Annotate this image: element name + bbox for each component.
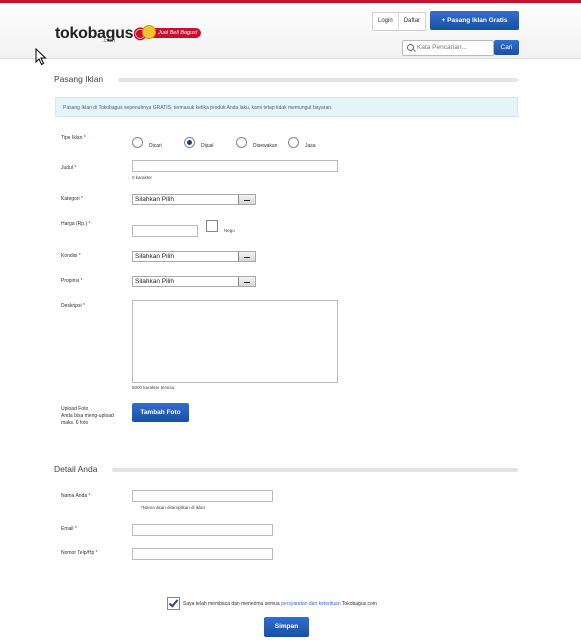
- province-label: Propinsi *: [61, 278, 83, 284]
- province-select[interactable]: Silahkan Pilih: [132, 276, 256, 287]
- terms-text: Saya telah membaca dan menerima semua pe…: [183, 601, 377, 607]
- radio-label-jasa: Jasa: [305, 143, 316, 149]
- section-title-post-ad: Pasang Iklan: [54, 74, 104, 84]
- description-label: Deskripsi *: [61, 303, 85, 309]
- description-char-counter: 5000 karakter tersisa: [132, 385, 175, 390]
- phone-label: Nomor Telp/Hp *: [61, 550, 98, 556]
- info-notice: Pasang Iklan di Tokobagus sepenuhnya GRA…: [55, 97, 518, 117]
- radio-label-dijual: Dijual: [201, 143, 214, 149]
- terms-checkbox[interactable]: [167, 597, 180, 610]
- logo-suffix: .com: [102, 38, 116, 44]
- radio-dijual[interactable]: [184, 137, 195, 148]
- mouse-cursor-icon: [35, 48, 47, 66]
- radio-label-disewakan: Disewakan: [253, 143, 278, 149]
- category-label: Kategori *: [61, 196, 83, 202]
- terms-link[interactable]: persyaratan dan ketentuan: [281, 601, 341, 607]
- phone-input[interactable]: [132, 548, 273, 560]
- condition-label: Kondisi *: [61, 253, 81, 259]
- search-button[interactable]: Cari: [494, 40, 519, 55]
- search-icon: [407, 44, 414, 51]
- radio-label-dicari: Dicari: [149, 143, 162, 149]
- search-input[interactable]: Kata Pencarian...: [402, 40, 494, 56]
- chevron-down-icon: [238, 277, 255, 286]
- price-label: Harga (Rp.) *: [61, 221, 91, 227]
- email-input[interactable]: [132, 524, 273, 536]
- site-header: tokobagus◉ .com Jual Beli Bagus! Login D…: [0, 3, 581, 59]
- upload-label: Upload Foto Anda bisa meng-upload maks. …: [61, 406, 114, 426]
- category-select[interactable]: Silahkan Pilih: [132, 194, 256, 205]
- section-title-details: Detail Anda: [54, 464, 98, 474]
- description-textarea[interactable]: [132, 300, 338, 383]
- post-ad-button[interactable]: + Pasang Iklan Gratis: [430, 11, 519, 30]
- badge-medal-icon: [142, 25, 156, 39]
- register-link[interactable]: Daftar: [397, 13, 425, 30]
- condition-select[interactable]: Silahkan Pilih: [132, 251, 256, 262]
- add-photo-button[interactable]: Tambah Foto: [132, 403, 189, 422]
- logo-text: tokobagus: [55, 25, 134, 42]
- title-char-counter: 0 karakter: [132, 175, 153, 180]
- chevron-down-icon: [238, 195, 255, 204]
- ad-type-label: Tipe Iklan *: [61, 135, 86, 141]
- price-input[interactable]: [132, 225, 198, 237]
- name-input[interactable]: [132, 490, 273, 502]
- title-label: Judul *: [61, 165, 77, 171]
- title-input[interactable]: [132, 160, 338, 172]
- radio-dicari[interactable]: [132, 137, 143, 148]
- section-divider: [118, 78, 518, 82]
- name-hint: *Nama akan ditampilkan di iklan: [141, 505, 206, 510]
- nego-label: Nego: [224, 228, 235, 233]
- email-label: Email *: [61, 526, 77, 532]
- chevron-down-icon: [238, 252, 255, 261]
- name-label: Nama Anda *: [61, 493, 91, 499]
- radio-jasa[interactable]: [288, 137, 299, 148]
- login-link[interactable]: Login: [373, 13, 398, 30]
- search-placeholder: Kata Pencarian...: [417, 44, 467, 51]
- radio-disewakan[interactable]: [236, 137, 247, 148]
- nego-checkbox[interactable]: [206, 220, 218, 232]
- submit-button[interactable]: Simpan: [264, 617, 309, 637]
- section-divider: [112, 468, 518, 472]
- site-logo[interactable]: tokobagus◉: [55, 23, 147, 43]
- auth-links: Login Daftar: [372, 12, 427, 31]
